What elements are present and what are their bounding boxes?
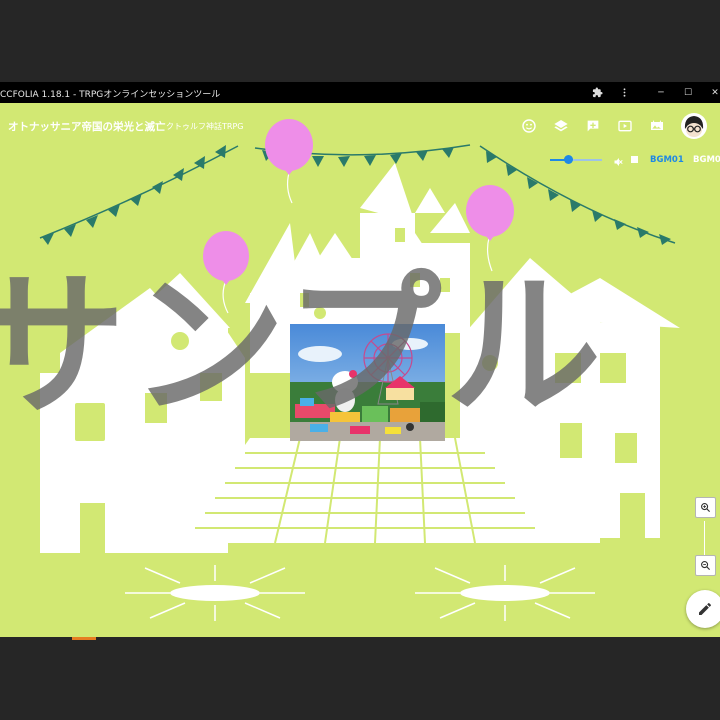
room-header: オトナッサニア帝国の栄光と滅亡 クトゥルフ神話TRPG	[0, 103, 720, 147]
zoom-in-button[interactable]	[695, 497, 716, 518]
close-button[interactable]: ✕	[704, 82, 720, 103]
more-vertical-icon[interactable]	[613, 82, 635, 103]
minimize-button[interactable]: ─	[650, 82, 672, 103]
scene-image-icon[interactable]	[646, 115, 668, 137]
zoom-slider[interactable]	[704, 521, 705, 555]
edit-fab-button[interactable]	[686, 590, 720, 628]
bgm-track-2[interactable]: BGM02	[693, 155, 720, 165]
scene-photo	[290, 324, 445, 441]
window-bottom-area	[0, 637, 720, 720]
add-panel-icon[interactable]	[582, 115, 604, 137]
taskbar-indicator	[72, 637, 96, 640]
room-canvas[interactable]: サンプル オトナッサニア帝国の栄光と滅亡 クトゥルフ神話TRPG BGM01 B…	[0, 103, 720, 637]
video-play-icon[interactable]	[614, 115, 636, 137]
zoom-in-icon	[701, 503, 711, 513]
window-titlebar: CCFOLIA 1.18.1 - TRPGオンラインセッションツール ─ ☐ ✕	[0, 82, 720, 103]
bgm-track-1[interactable]: BGM01	[650, 155, 684, 165]
volume-mute-icon[interactable]	[613, 153, 625, 172]
extension-puzzle-icon[interactable]	[586, 82, 608, 103]
layers-icon[interactable]	[550, 115, 572, 137]
bgm-controls: BGM01 BGM02	[540, 147, 720, 171]
room-title[interactable]: オトナッサニア帝国の栄光と滅亡	[8, 119, 166, 134]
window-title: CCFOLIA 1.18.1 - TRPGオンラインセッションツール	[0, 90, 221, 100]
room-subtitle: クトゥルフ神話TRPG	[166, 122, 244, 131]
zoom-out-icon	[701, 561, 711, 571]
dice-face-icon[interactable]	[518, 115, 540, 137]
volume-slider-thumb[interactable]	[563, 155, 573, 164]
maximize-button[interactable]: ☐	[677, 82, 699, 103]
pencil-icon	[699, 603, 711, 615]
zoom-out-button[interactable]	[695, 555, 716, 576]
stop-icon[interactable]	[631, 156, 638, 163]
user-avatar[interactable]	[681, 113, 707, 139]
